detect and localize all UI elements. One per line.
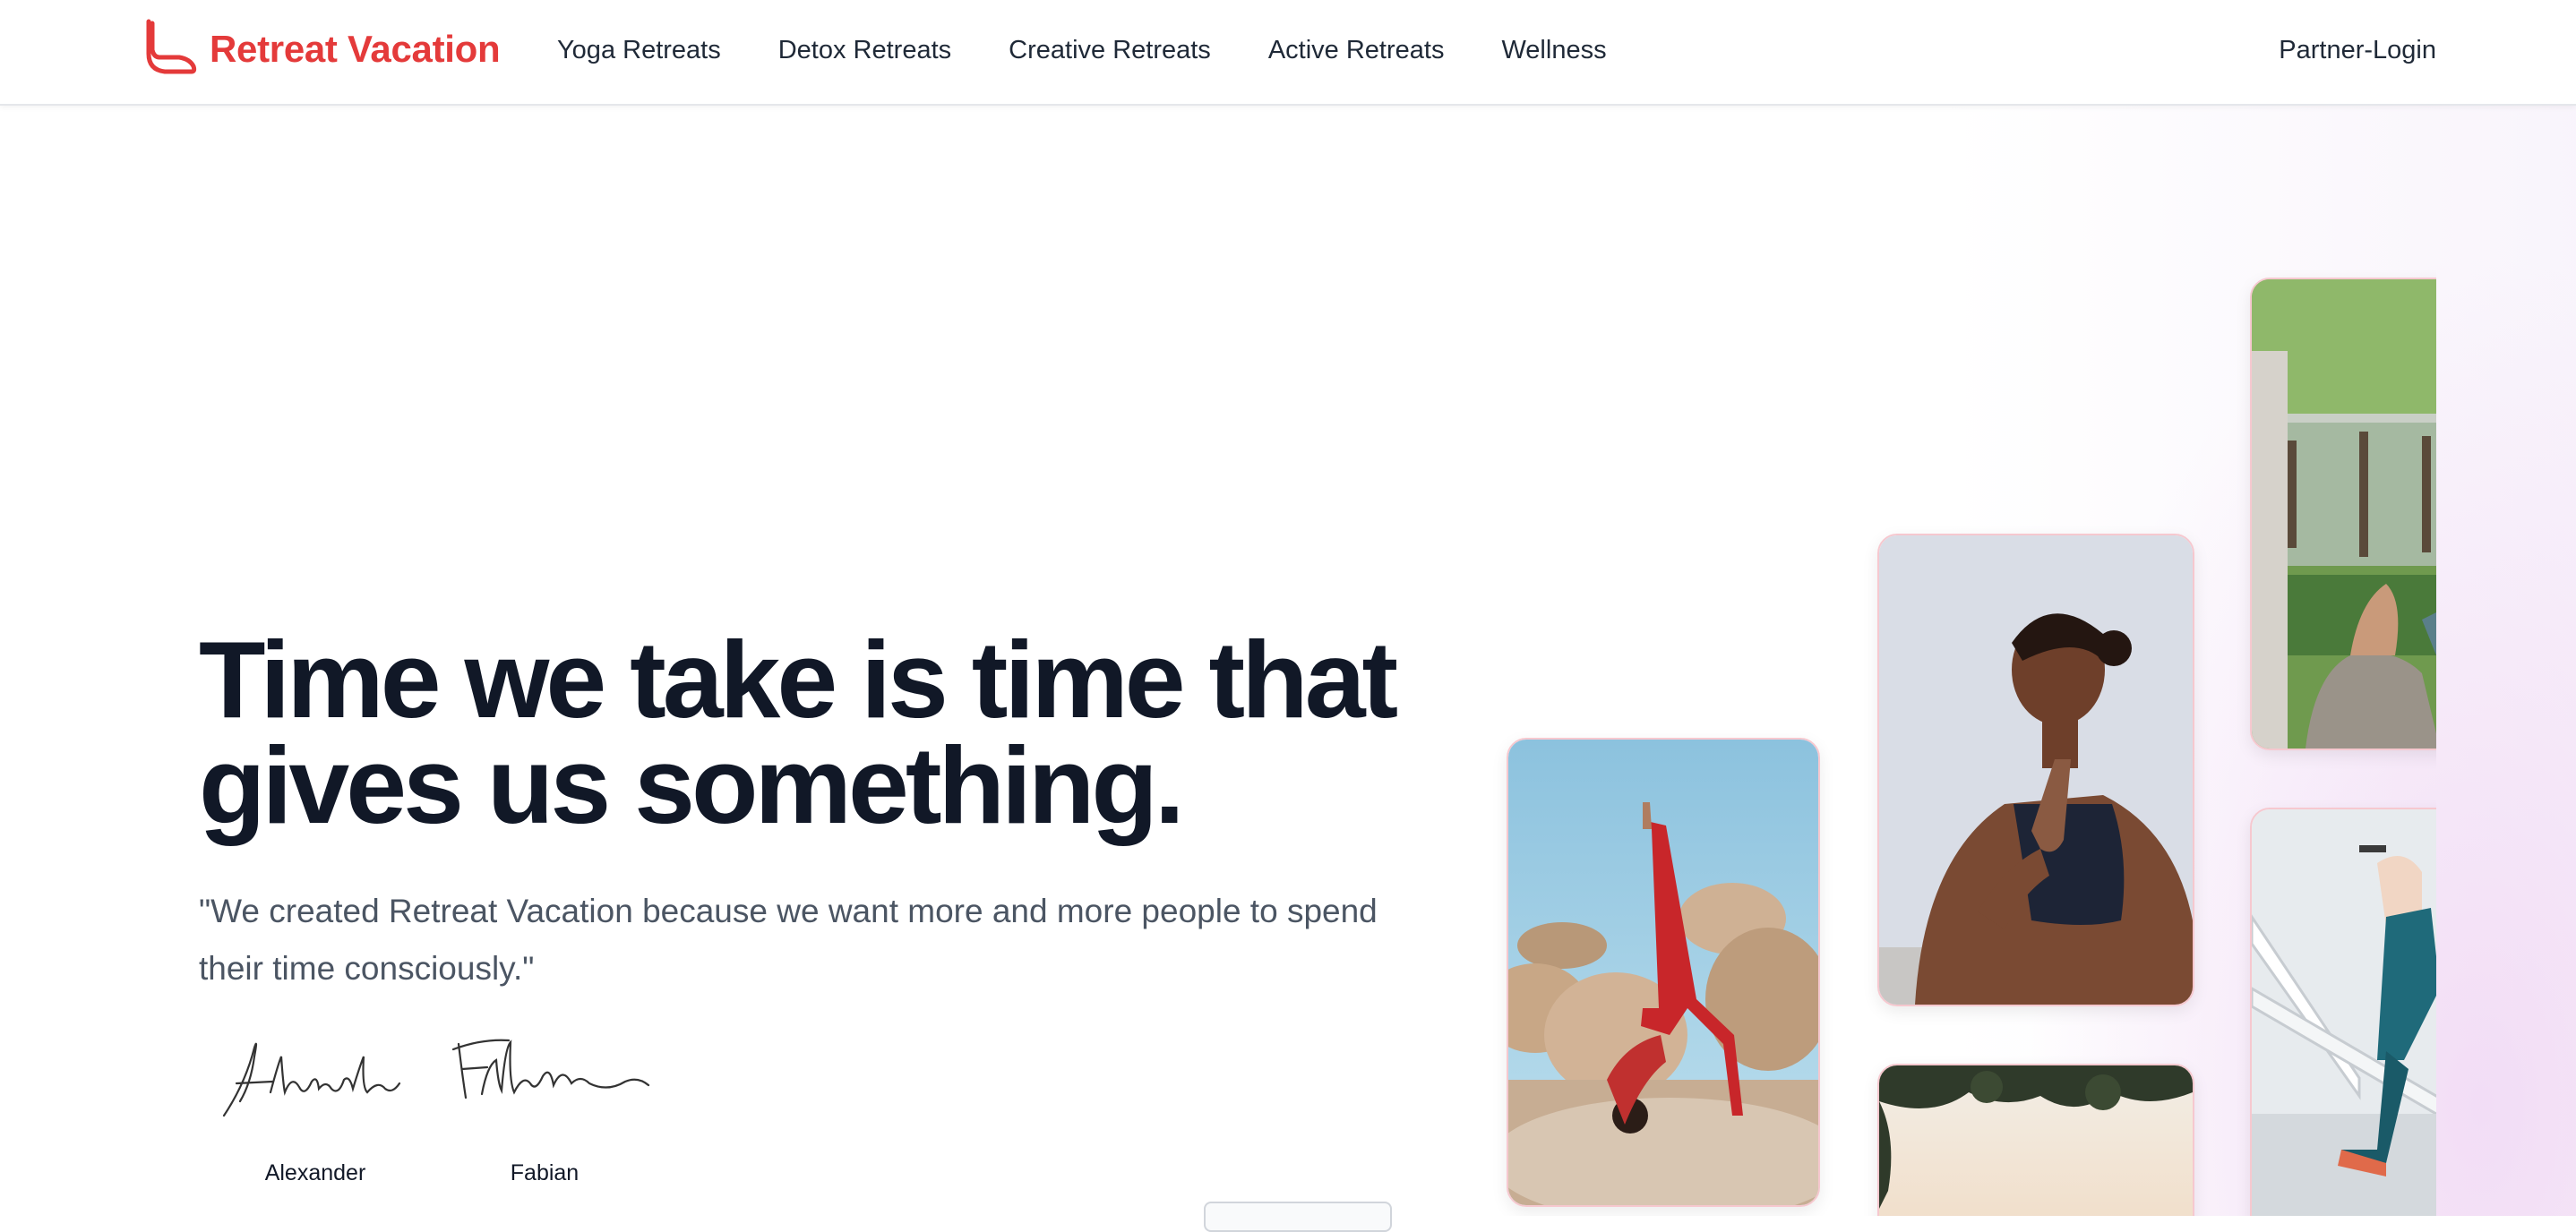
photo-collage <box>0 0 2436 1216</box>
photo-card-trees[interactable] <box>1877 1064 2194 1216</box>
yoga-photo <box>1508 740 1818 1205</box>
trees-photo <box>1879 1065 2193 1216</box>
photo-card-drawing[interactable] <box>2250 278 2436 750</box>
photo-card-meditation[interactable] <box>1877 534 2194 1006</box>
jogging-photo <box>2252 809 2436 1216</box>
photo-card-yoga[interactable] <box>1507 738 1820 1207</box>
meditation-photo <box>1879 535 2193 1005</box>
drawing-photo <box>2252 279 2436 749</box>
photo-card-jogging[interactable] <box>2250 808 2436 1216</box>
